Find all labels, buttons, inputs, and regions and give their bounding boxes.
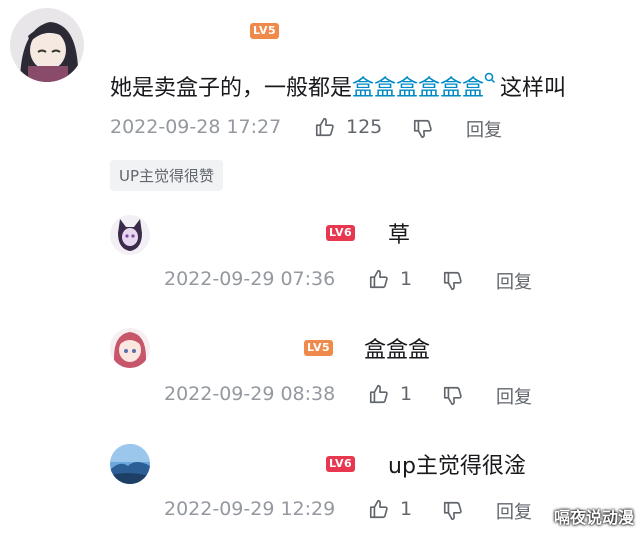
reply-text: 盒盒盒: [364, 338, 431, 363]
thumbs-down-icon[interactable]: [442, 500, 464, 522]
reply-time: 2022-09-29 12:29: [164, 498, 336, 520]
reply-text: up主觉得很淦: [388, 454, 526, 479]
reply-time: 2022-09-29 08:38: [164, 383, 336, 405]
level-badge: LV6: [326, 225, 356, 241]
like-count: 1: [400, 498, 413, 520]
avatar[interactable]: [10, 8, 84, 82]
level-badge: LV6: [326, 456, 356, 472]
avatar[interactable]: [110, 444, 150, 484]
comment-time: 2022-09-28 17:27: [110, 116, 282, 138]
level-badge: LV5: [250, 23, 280, 39]
like-count: 1: [400, 383, 413, 405]
comment-text-after: 这样叫: [500, 76, 567, 101]
search-icon[interactable]: [484, 72, 496, 86]
thumbs-up-icon[interactable]: [368, 383, 390, 405]
up-liked-tag: UP主觉得很赞: [110, 160, 224, 191]
comment-text-before: 她是卖盒子的，一般都是: [110, 76, 353, 101]
thumbs-up-icon[interactable]: [368, 498, 390, 520]
level-badge: LV5: [304, 340, 334, 356]
like-count: 125: [346, 116, 383, 138]
thumbs-up-icon[interactable]: [368, 268, 390, 290]
reply-button[interactable]: 回复: [496, 383, 532, 409]
avatar[interactable]: [110, 328, 150, 368]
reply-text: 草: [388, 223, 411, 248]
like-count: 1: [400, 268, 413, 290]
watermark: 嗝夜说动漫: [553, 508, 634, 527]
thumbs-up-icon[interactable]: [314, 116, 336, 138]
comment-text: 她是卖盒子的，一般都是盒盒盒盒盒盒 这样叫: [110, 70, 566, 102]
thumbs-down-icon[interactable]: [442, 270, 464, 292]
thumbs-down-icon[interactable]: [442, 385, 464, 407]
reply-button[interactable]: 回复: [466, 116, 502, 142]
avatar[interactable]: [110, 215, 150, 255]
reply-button[interactable]: 回复: [496, 268, 532, 294]
reply-time: 2022-09-29 07:36: [164, 268, 336, 290]
reply-button[interactable]: 回复: [496, 498, 532, 524]
keyword-link[interactable]: 盒盒盒盒盒盒: [352, 76, 484, 101]
thumbs-down-icon[interactable]: [412, 118, 434, 140]
